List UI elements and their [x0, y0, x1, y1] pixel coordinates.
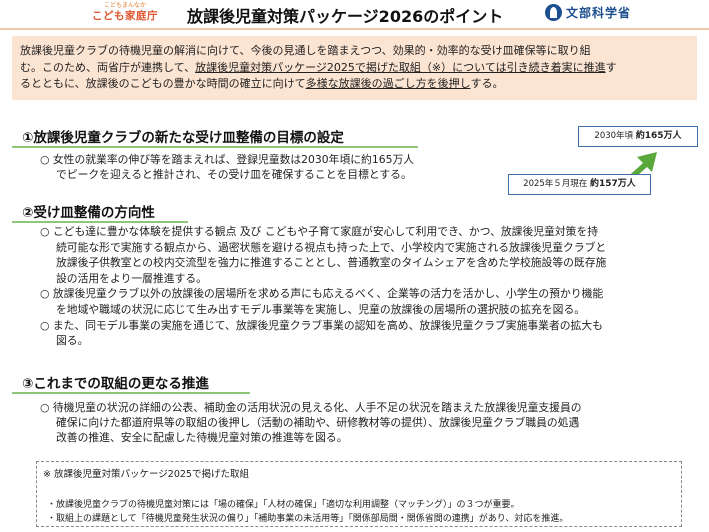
section-1-heading: ①放課後児童クラブの新たな受け皿整備の目標の設定 — [22, 130, 344, 146]
intro-text: す — [605, 60, 617, 74]
stat-label: 2030年頃 — [594, 131, 634, 141]
section-1-underline — [12, 146, 418, 148]
footnote-item: ・放課後児童クラブの待機児童対策には「場の確保」「人材の確保」「適切な利用調整（… — [47, 500, 520, 510]
intro-text: む。このため、両省庁が連携して、 — [20, 60, 196, 74]
section-2-line: 図る。 — [56, 334, 89, 348]
logo-name: こども家庭庁 — [92, 10, 158, 22]
stat-label: 2025年５月現在 — [523, 179, 588, 189]
section-3-line: 確保に向けた都道府県等の取組の後押し（活動の補助や、研修教材等の提供）、放課後児… — [56, 416, 580, 430]
section-2-body: ○ こども達に豊かな体験を提供する観点 及び こどもや子育て家庭が安心して利用で… — [40, 224, 606, 349]
section-2-line: 続可能な形で実施する観点から、過密状態を避ける視点も持った上で、小学校内で実施さ… — [56, 240, 607, 254]
intro-text: する。 — [470, 77, 504, 90]
ministry-logo: 文部科学省 — [545, 4, 631, 21]
intro-box: 放課後児童クラブの待機児童の解消に向けて、今後の見通しを踏まえつつ、効果的・効率… — [12, 36, 697, 100]
section-1-line: でピークを迎えると推計され、その受け皿を確保することを目標とする。 — [56, 168, 412, 182]
intro-text: 放課後児童クラブの待機児童の解消に向けて、今後の見通しを踏まえつつ、効果的・効率… — [20, 44, 591, 57]
intro-emphasis: 多様な放課後の過ごし方を後押し — [305, 77, 471, 90]
footnote-box: ※ 放課後児童対策パッケージ2025で掲げた取組 ・放課後児童クラブの待機児童対… — [36, 461, 682, 527]
section-3-line: ○ 待機児童の状況の詳細の公表、補助金の活用状況の見える化、人手不足の状況を踏ま… — [40, 401, 582, 414]
section-2-line: を地域や職域の状況に応じて生み出すモデル事業等を実施し、児童の放課後の居場所の選… — [56, 302, 586, 316]
stat-box-2030: 2030年頃 約165万人 — [578, 126, 698, 147]
section-3-heading: ③これまでの取組の更なる推進 — [22, 376, 209, 392]
ministry-name: 文部科学省 — [566, 6, 632, 20]
title-divider — [0, 28, 709, 30]
section-1-body: ○ 女性の就業率の伸び等を踏まえれば、登録児童数は2030年頃に約165万人 で… — [40, 152, 414, 182]
section-2-line: ○ また、同モデル事業の実施を通じて、放課後児童クラブ事業の認知を高め、放課後児… — [40, 318, 603, 332]
agency-logo: こどもまんなか こども家庭庁 — [92, 2, 158, 22]
stat-box-2025: 2025年５月現在 約157万人 — [508, 174, 651, 195]
intro-text: るとともに、放課後のこどもの豊かな時間の確立に向けて — [20, 77, 306, 90]
logo-tagline: こどもまんなか — [103, 2, 146, 9]
section-3-body: ○ 待機児童の状況の詳細の公表、補助金の活用状況の見える化、人手不足の状況を踏ま… — [40, 400, 582, 446]
intro-line: む。このため、両省庁が連携して、放課後児童対策パッケージ2025で掲げた取組（※… — [20, 60, 689, 77]
stat-value: 約165万人 — [635, 131, 682, 141]
section-2-underline — [12, 221, 188, 223]
intro-line: 放課後児童クラブの待機児童の解消に向けて、今後の見通しを踏まえつつ、効果的・効率… — [20, 43, 689, 60]
ministry-emblem-icon — [545, 4, 562, 21]
intro-line: るとともに、放課後のこどもの豊かな時間の確立に向けて多様な放課後の過ごし方を後押… — [20, 76, 689, 93]
stat-value: 約157万人 — [590, 179, 636, 189]
section-1-line: ○ 女性の就業率の伸び等を踏まえれば、登録児童数は2030年頃に約165万人 — [40, 153, 415, 166]
footnote-title: ※ 放課後児童対策パッケージ2025で掲げた取組 — [43, 469, 249, 480]
section-2-heading: ②受け皿整備の方向性 — [22, 205, 155, 221]
section-2-line: 設の活用をより一層推進する。 — [56, 271, 207, 285]
footnote-item: ・取組上の課題として「待機児童発生状況の偏り」「補助事業の未活用等」「関係部局間… — [47, 514, 569, 524]
section-3-line: 改善の推進、安全に配慮した待機児童対策の推進等を図る。 — [56, 431, 348, 445]
section-2-line: ○ 放課後児童クラブ以外の放課後の居場所を求める声にも応えるべく、企業等の活力を… — [40, 287, 604, 301]
section-2-line: ○ こども達に豊かな体験を提供する観点 及び こどもや子育て家庭が安心して利用で… — [40, 225, 599, 238]
section-3-underline — [12, 392, 250, 394]
page-title: 放課後児童対策パッケージ2026のポイント — [187, 7, 504, 26]
intro-emphasis: 放課後児童対策パッケージ2025で掲げた取組（※）については引き続き着実に推進 — [195, 60, 606, 74]
section-2-line: 放課後子供教室との校内交流型を強力に推進することとし、普通教室のタイムシェアを含… — [56, 256, 607, 270]
